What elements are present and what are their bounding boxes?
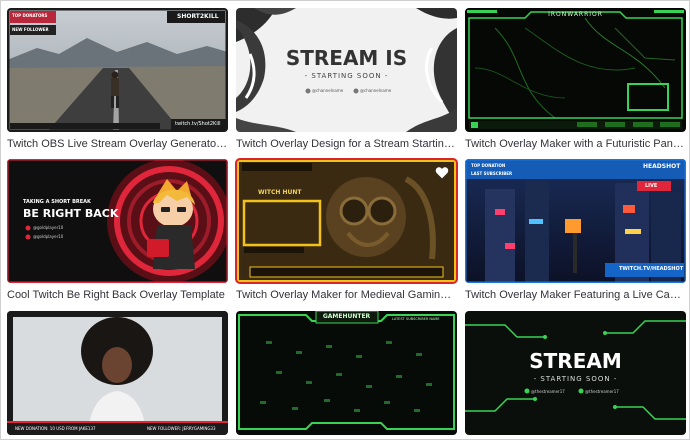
overlay-text: twitch.tv/Shot2Kill <box>175 121 221 127</box>
template-title[interactable]: Cool Twitch Be Right Back Overlay Templa… <box>7 289 228 301</box>
overlay-title: STREAM <box>529 349 622 373</box>
overlay-title: STREAM IS <box>285 46 408 70</box>
overlay-text: NEW FOLLOWER: JERRYGAMING33 <box>147 426 216 431</box>
overlay-text: TOP DONATORS <box>12 13 48 18</box>
template-thumbnail[interactable]: STREAM - STARTING SOON - @thestreamer17 … <box>465 311 686 435</box>
overlay-text: HEADSHOT <box>643 163 681 170</box>
template-thumbnail[interactable]: GAMEHUNTER LATEST SUBSCRIBER NAME <box>236 311 457 435</box>
overlay-title: BE RIGHT BACK <box>23 207 119 220</box>
template-gallery: TOP DONATORS NEW FOLLOWER SHORT2KILL twi… <box>0 0 690 440</box>
overlay-text: TAKING A SHORT BREAK <box>23 199 91 205</box>
template-thumbnail[interactable]: WITCH HUNT <box>235 158 458 284</box>
template-thumbnail[interactable]: TOP DONATORS NEW FOLLOWER SHORT2KILL twi… <box>7 8 228 132</box>
overlay-text: @channelname <box>312 88 344 93</box>
heart-icon[interactable] <box>435 166 449 179</box>
overlay-text: SHORT2KILL <box>177 13 219 20</box>
template-title[interactable]: Twitch Overlay Design for a Stream Start… <box>236 138 457 150</box>
template-grid: TOP DONATORS NEW FOLLOWER SHORT2KILL twi… <box>7 8 687 438</box>
overlay-text: NEW DONATION: 10 USD FROM JAKE137 <box>15 426 96 431</box>
template-thumbnail[interactable]: IRONWARRIOR <box>465 8 686 132</box>
overlay-text: @goldplayer10 <box>33 225 64 230</box>
overlay-subtitle: - STARTING SOON - <box>304 72 389 80</box>
template-title[interactable]: Twitch Overlay Maker for Medieval Gaming… <box>236 289 457 301</box>
overlay-text: LATEST SUBSCRIBER NAME <box>392 317 440 321</box>
template-thumbnail[interactable]: NEW DONATION: 10 USD FROM JAKE137 NEW FO… <box>7 311 228 435</box>
overlay-text: TWITCH.TV/HEADSHOT <box>619 266 684 272</box>
overlay-text: NEW FOLLOWER <box>12 27 49 32</box>
template-title[interactable]: Twitch Overlay Maker with a Futuristic P… <box>465 138 686 150</box>
overlay-text: WITCH HUNT <box>258 189 302 196</box>
template-thumbnail[interactable]: TAKING A SHORT BREAK BE RIGHT BACK @gold… <box>7 159 228 283</box>
overlay-text: @thestreamer17 <box>531 389 565 394</box>
overlay-text: IRONWARRIOR <box>548 11 603 18</box>
overlay-text: LAST SUBSCRIBER <box>471 171 513 176</box>
template-title[interactable]: Twitch Overlay Maker Featuring a Live Ca… <box>465 289 686 301</box>
live-badge: LIVE <box>645 183 658 189</box>
overlay-text: @thestreamer17 <box>585 389 619 394</box>
overlay-text: TOP DONATION <box>471 163 506 168</box>
overlay-text: @channelname <box>360 88 392 93</box>
template-title[interactable]: Twitch OBS Live Stream Overlay Generator… <box>7 138 228 150</box>
template-thumbnail[interactable]: STREAM IS - STARTING SOON - @channelname… <box>236 8 457 132</box>
overlay-text: @goldplayer10 <box>33 234 64 239</box>
template-thumbnail[interactable]: TOP DONATION LAST SUBSCRIBER HEADSHOT LI… <box>465 159 686 283</box>
overlay-subtitle: - STARTING SOON - <box>533 375 618 383</box>
